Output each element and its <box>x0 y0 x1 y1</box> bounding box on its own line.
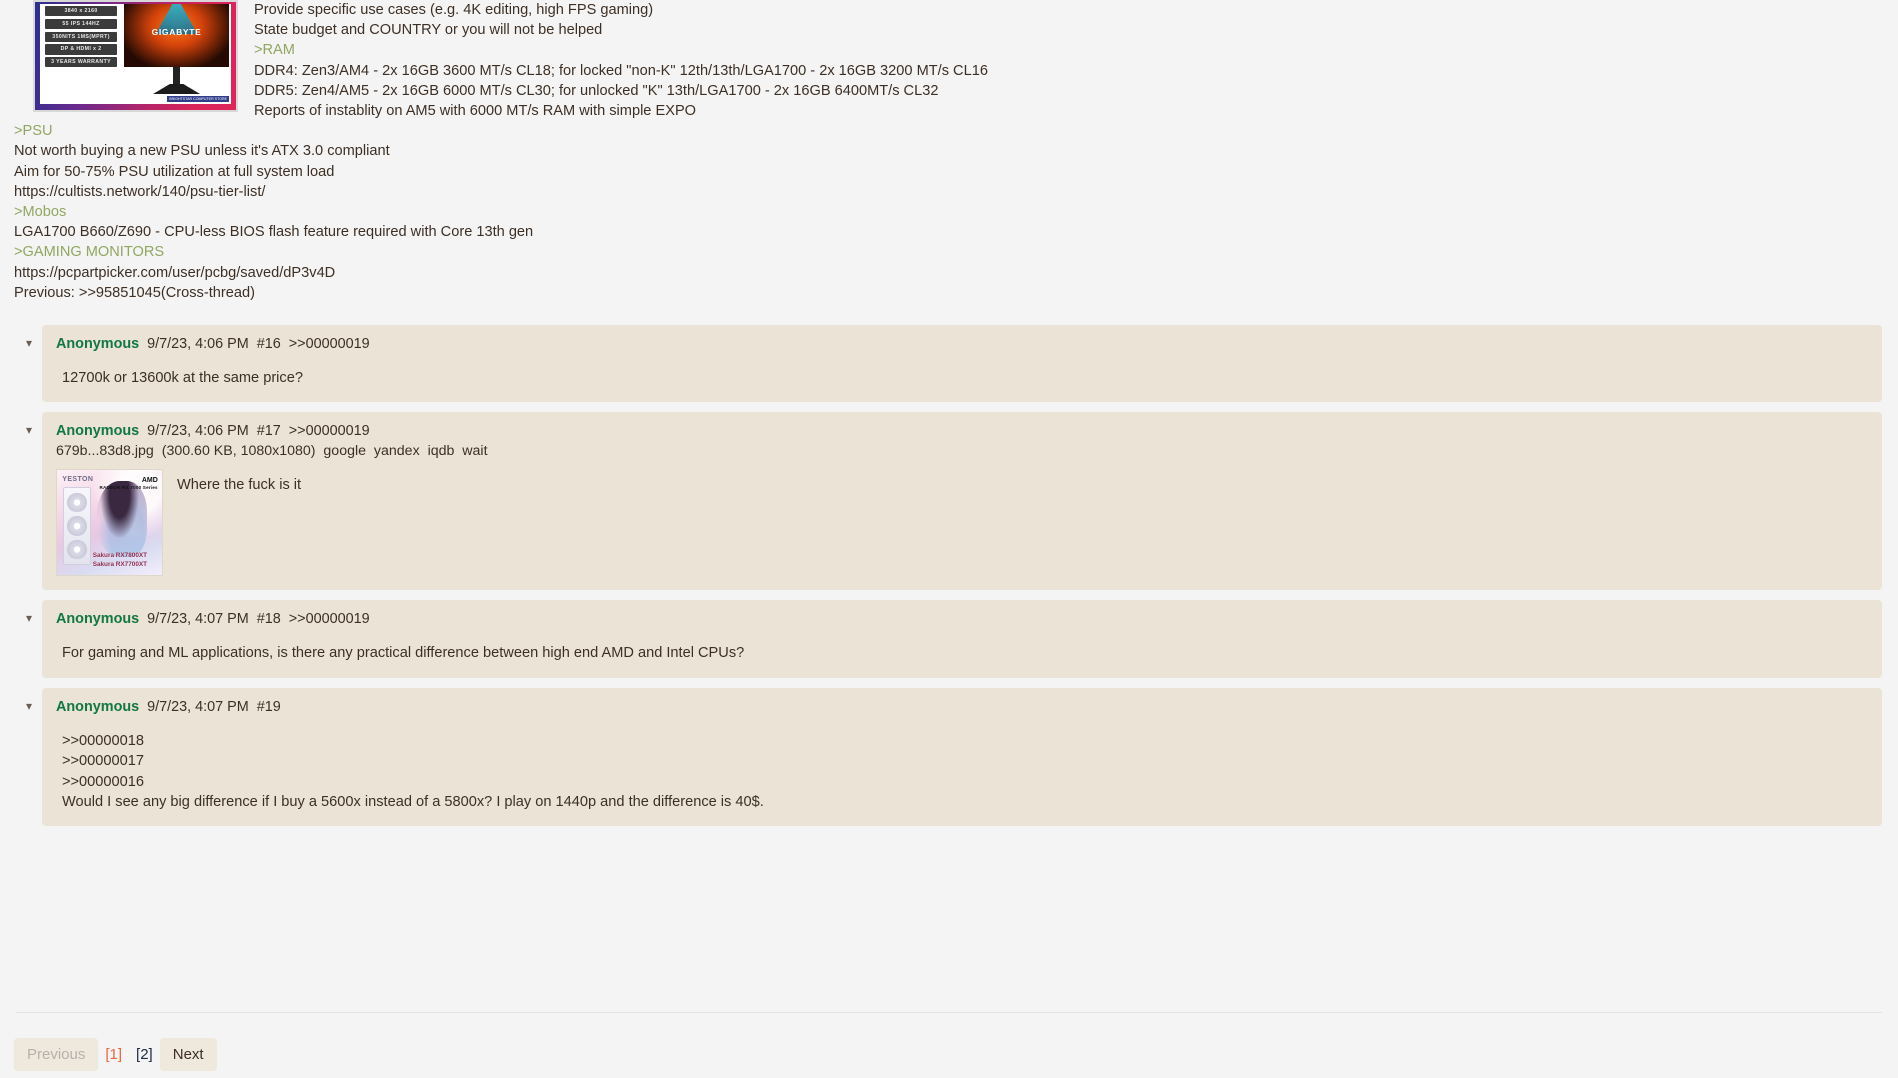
post: Anonymous 9/7/23, 4:07 PM #19 >>00000018… <box>42 687 1882 827</box>
post-body: >>00000018 >>00000017 >>00000016 Would I… <box>62 732 764 811</box>
post-list: ▾ Anonymous 9/7/23, 4:06 PM #16 >>000000… <box>0 325 1898 827</box>
post-number[interactable]: #19 <box>257 699 281 715</box>
gpu-model-line-2: Sakura RX7700XT <box>92 560 148 568</box>
post-row: ▾ Anonymous 9/7/23, 4:07 PM #19 >>000000… <box>16 687 1882 827</box>
post-number[interactable]: #18 <box>257 611 281 627</box>
op-line: Reports of instablity on AM5 with 6000 M… <box>254 103 697 120</box>
op-psu-tier-list-link[interactable]: https://cultists.network/140/psu-tier-li… <box>14 182 1884 202</box>
gpu-model-line-1: Sakura RX7800XT <box>92 552 148 560</box>
post: Anonymous 9/7/23, 4:07 PM #18 >>00000019… <box>42 600 1882 678</box>
monitor-screen <box>124 4 229 67</box>
file-meta: (300.60 KB, 1080x1080) <box>161 443 316 460</box>
iqdb-search-link[interactable]: iqdb <box>428 443 455 459</box>
chevron-down-icon[interactable]: ▾ <box>16 688 42 712</box>
post-backlink[interactable]: >>00000019 <box>289 611 370 627</box>
graphics-card-illustration <box>63 487 91 565</box>
previous-page-button[interactable]: Previous <box>14 1038 99 1071</box>
post-timestamp: 9/7/23, 4:07 PM <box>147 698 249 715</box>
op-greentext-line: >PSU <box>14 123 53 140</box>
chevron-down-icon[interactable]: ▾ <box>16 325 42 349</box>
post: Anonymous 9/7/23, 4:06 PM #16 >>00000019… <box>42 325 1882 403</box>
google-search-link[interactable]: google <box>323 443 366 459</box>
gpu-fan-icon <box>67 492 87 513</box>
post-author[interactable]: Anonymous <box>56 611 139 627</box>
op-line: LGA1700 B660/Z690 - CPU-less BIOS flash … <box>14 224 534 241</box>
chevron-down-icon[interactable]: ▾ <box>16 600 42 624</box>
post-content-with-image: YESTON AMD RADEON RX 7000 Series Sakura R… <box>56 469 1868 577</box>
post-header: Anonymous 9/7/23, 4:07 PM #19 <box>56 697 1868 717</box>
footer-divider <box>16 1012 1882 1013</box>
pagination: Previous [1] [2] Next <box>14 1038 217 1071</box>
op-previous-thread-link[interactable]: Previous: >>95851045(Cross-thread) <box>14 283 1884 303</box>
post: Anonymous 9/7/23, 4:06 PM #17 >>00000019… <box>42 412 1882 591</box>
anime-character-illustration <box>96 480 148 557</box>
post-timestamp: 9/7/23, 4:06 PM <box>147 423 249 440</box>
post-timestamp: 9/7/23, 4:06 PM <box>147 336 249 353</box>
next-page-button[interactable]: Next <box>159 1038 217 1071</box>
post-backlink[interactable]: >>00000019 <box>289 423 370 439</box>
gpu-artwork: YESTON AMD RADEON RX 7000 Series Sakura R… <box>57 470 162 576</box>
op-line: DDR5: Zen4/AM5 - 2x 16GB 6000 MT/s CL30;… <box>254 82 939 99</box>
post-author[interactable]: Anonymous <box>56 336 139 352</box>
chevron-down-icon[interactable]: ▾ <box>16 412 42 436</box>
yandex-search-link[interactable]: yandex <box>374 443 420 459</box>
post-row: ▾ Anonymous 9/7/23, 4:06 PM #16 >>000000… <box>16 325 1882 403</box>
post-header: Anonymous 9/7/23, 4:07 PM #18 >>00000019 <box>56 609 1868 629</box>
ad-spec: 3840 x 2160 <box>45 6 118 17</box>
file-name[interactable]: 679b...83d8.jpg <box>56 443 154 459</box>
post-row: ▾ Anonymous 9/7/23, 4:07 PM #18 >>000000… <box>16 600 1882 678</box>
post-number[interactable]: #16 <box>257 336 281 352</box>
file-info: 679b...83d8.jpg (300.60 KB, 1080x1080) g… <box>56 441 1868 461</box>
wait-search-link[interactable]: wait <box>462 443 487 459</box>
ad-spec: DP & HDMI x 2 <box>45 44 118 55</box>
page-number-1[interactable]: [1] <box>98 1046 129 1063</box>
monitor-base <box>153 84 201 94</box>
page-number-2[interactable]: [2] <box>129 1046 160 1063</box>
op-thumbnail-image[interactable]: 3840 x 2160 55 IPS 144HZ 350NITS 1MS(MPR… <box>33 0 238 112</box>
ad-spec: 350NITS 1MS(MPRT) <box>45 31 118 42</box>
post-number[interactable]: #17 <box>257 423 281 439</box>
amd-radeon-logo: AMD RADEON RX 7000 Series <box>99 477 157 492</box>
post-body: Where the fuck is it <box>177 477 302 494</box>
ad-spec: 3 YEARS WARRANTY <box>45 57 118 68</box>
post-header: Anonymous 9/7/23, 4:06 PM #17 >>00000019 <box>56 421 1868 441</box>
amd-label: AMD <box>141 476 158 484</box>
post-author[interactable]: Anonymous <box>56 423 139 439</box>
op-line: Aim for 50-75% PSU utilization at full s… <box>14 163 335 180</box>
monitor-ad-artwork: 3840 x 2160 55 IPS 144HZ 350NITS 1MS(MPR… <box>35 2 236 110</box>
op-line: DDR4: Zen3/AM4 - 2x 16GB 3600 MT/s CL18;… <box>254 62 988 79</box>
op-line: Not worth buying a new PSU unless it's A… <box>14 143 390 160</box>
post-header: Anonymous 9/7/23, 4:06 PM #16 >>00000019 <box>56 334 1868 354</box>
ad-spec: 55 IPS 144HZ <box>45 18 118 29</box>
store-badge: BRIGHTSTAR COMPUTER STORE <box>167 95 229 102</box>
post-row: ▾ Anonymous 9/7/23, 4:06 PM #17 >>000000… <box>16 412 1882 591</box>
post-body: 12700k or 13600k at the same price? <box>62 370 303 387</box>
op-greentext-line: >GAMING MONITORS <box>14 244 165 261</box>
op-greentext-line: >Mobos <box>14 204 67 221</box>
op-pcpartpicker-link[interactable]: https://pcpartpicker.com/user/pcbg/saved… <box>14 263 1884 283</box>
post-body: For gaming and ML applications, is there… <box>62 645 745 662</box>
post-thumbnail-image[interactable]: YESTON AMD RADEON RX 7000 Series Sakura R… <box>56 469 163 577</box>
radeon-label: RADEON RX 7000 Series <box>99 485 158 491</box>
op-line: State budget and COUNTRY or you will not… <box>254 22 603 39</box>
original-post: 3840 x 2160 55 IPS 144HZ 350NITS 1MS(MPR… <box>0 0 1898 303</box>
op-greentext-line: >RAM <box>254 42 295 59</box>
yeston-logo: YESTON <box>62 475 94 483</box>
post-timestamp: 9/7/23, 4:07 PM <box>147 611 249 628</box>
post-backlink[interactable]: >>00000019 <box>289 336 370 352</box>
post-author[interactable]: Anonymous <box>56 699 139 715</box>
op-line: Provide specific use cases (e.g. 4K edit… <box>254 2 654 18</box>
gpu-fan-icon <box>67 516 87 536</box>
monitor-illustration: BRIGHTSTAR COMPUTER STORE <box>122 4 231 104</box>
gpu-model-text: Sakura RX7800XT Sakura RX7700XT <box>93 552 147 569</box>
gpu-fan-icon <box>67 539 87 560</box>
ad-spec-list: 3840 x 2160 55 IPS 144HZ 350NITS 1MS(MPR… <box>40 4 122 104</box>
